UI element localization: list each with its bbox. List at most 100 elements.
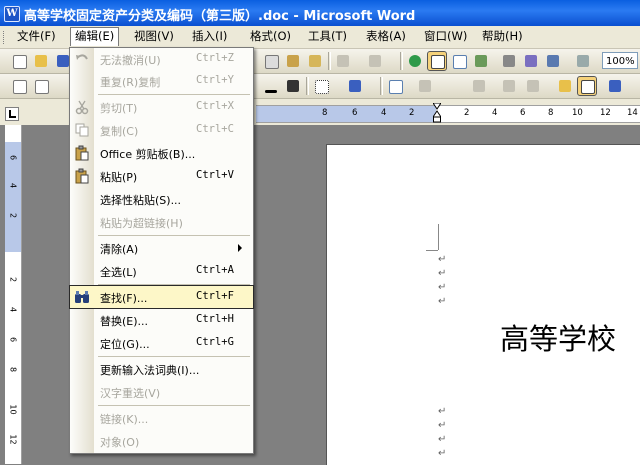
ruler-tick-label: 4 xyxy=(8,182,18,189)
columns-button[interactable] xyxy=(500,52,518,70)
show-hide-button[interactable] xyxy=(574,52,592,70)
sort-ascending-icon[interactable] xyxy=(606,77,624,95)
ruler-tick-label: 6 xyxy=(352,108,358,118)
menu-item-paste-special[interactable]: 选择性粘贴(S)... xyxy=(70,188,253,210)
edit-style-icon[interactable] xyxy=(32,77,50,95)
menu-item-goto[interactable]: 定位(G)... Ctrl+G xyxy=(70,332,253,354)
distribute-rows-button[interactable] xyxy=(500,77,518,95)
borders-button[interactable] xyxy=(312,77,330,95)
ruler-tick-label: 4 xyxy=(381,108,387,118)
drawing-button[interactable] xyxy=(522,52,540,70)
menu-item-copy[interactable]: 复制(C) Ctrl+C xyxy=(70,119,253,141)
menu-item-object[interactable]: 对象(O) xyxy=(70,430,253,452)
menu-file[interactable]: 文件(F) xyxy=(13,28,60,45)
menu-item-links[interactable]: 链接(K)... xyxy=(70,407,253,429)
undo-button[interactable] xyxy=(334,52,352,70)
copy-icon xyxy=(75,123,89,137)
format-painter-icon[interactable] xyxy=(306,52,324,70)
ruler-tick-label: 8 xyxy=(8,366,18,373)
paragraph-mark: ↵ xyxy=(438,420,447,431)
edit-menu-dropdown: 无法撤消(U) Ctrl+Z 重复(R)复制 Ctrl+Y 剪切(T) Ctrl… xyxy=(69,47,254,454)
menu-help[interactable]: 帮助(H) xyxy=(478,28,527,45)
paste-button[interactable] xyxy=(284,52,302,70)
highlight-color-button[interactable] xyxy=(284,77,302,95)
menu-item-replace[interactable]: 替换(E)... Ctrl+H xyxy=(70,309,253,331)
menu-item-paste-as-hyperlink[interactable]: 粘贴为超链接(H) xyxy=(70,211,253,233)
vertical-ruler[interactable]: 6 4 2 2 4 6 8 10 12 xyxy=(5,125,22,464)
autoformat-button[interactable] xyxy=(556,77,574,95)
redo-button[interactable] xyxy=(366,52,384,70)
ruler-tick-label: 6 xyxy=(520,108,526,118)
ruler-tick-label: 10 xyxy=(572,108,583,118)
menu-item-redo[interactable]: 重复(R)复制 Ctrl+Y xyxy=(70,70,253,92)
clipboard-icon xyxy=(75,145,89,161)
ruler-tick-label: 8 xyxy=(322,108,328,118)
tab-selector-button[interactable] xyxy=(5,107,19,121)
ruler-tick-label: 8 xyxy=(548,108,554,118)
menu-view[interactable]: 视图(V) xyxy=(130,28,178,45)
menu-window[interactable]: 窗口(W) xyxy=(420,28,471,45)
menu-item-update-ime-dictionary[interactable]: 更新输入法词典(I)... xyxy=(70,358,253,380)
paragraph-mark: ↵ xyxy=(438,282,447,293)
copy-button[interactable] xyxy=(262,52,280,70)
word-app-icon[interactable]: W xyxy=(4,6,20,22)
menu-insert[interactable]: 插入(I) xyxy=(188,28,231,45)
menu-separator xyxy=(98,284,250,285)
insert-excel-button[interactable] xyxy=(472,52,490,70)
paragraph-mark: ↵ xyxy=(438,448,447,459)
menu-item-reconversion[interactable]: 汉字重选(V) xyxy=(70,381,253,403)
ruler-tick-label: 6 xyxy=(8,154,18,161)
menu-format[interactable]: 格式(O) xyxy=(246,28,295,45)
menu-item-clear[interactable]: 清除(A) xyxy=(70,237,253,259)
toolbar-separator xyxy=(328,52,331,70)
ruler-tick-label: 4 xyxy=(8,306,18,313)
tables-borders-button[interactable] xyxy=(427,51,447,71)
menu-tools[interactable]: 工具(T) xyxy=(304,28,351,45)
new-doc-button[interactable] xyxy=(10,52,28,70)
document-heading: 高等学校 xyxy=(500,322,617,356)
hyperlink-icon[interactable] xyxy=(406,52,424,70)
merge-cells-button[interactable] xyxy=(416,77,434,95)
table-button[interactable] xyxy=(386,77,404,95)
menu-item-undo[interactable]: 无法撤消(U) Ctrl+Z xyxy=(70,48,253,70)
paragraph-mark: ↵ xyxy=(438,268,447,279)
document-page[interactable] xyxy=(326,144,640,465)
menu-item-cut[interactable]: 剪切(T) Ctrl+X xyxy=(70,96,253,118)
ruler-tick-label: 12 xyxy=(8,434,18,445)
title-bar: W 高等学校固定资产分类及编码（第三版）.doc - Microsoft Wor… xyxy=(0,0,640,26)
undo-icon xyxy=(76,54,88,60)
toolbar-separator xyxy=(306,77,309,95)
menu-item-office-clipboard[interactable]: Office 剪贴板(B)... xyxy=(70,142,253,164)
shading-button[interactable] xyxy=(346,77,364,95)
menu-bar: 文件(F) 编辑(E) 视图(V) 插入(I) 格式(O) 工具(T) 表格(A… xyxy=(0,26,640,49)
zoom-select[interactable]: 100% xyxy=(602,52,638,69)
grid-button[interactable] xyxy=(577,76,597,96)
indent-marker-icon[interactable] xyxy=(433,103,441,123)
menu-table[interactable]: 表格(A) xyxy=(362,28,410,45)
toolbar-separator xyxy=(380,77,383,95)
menu-item-find[interactable]: 查找(F)... Ctrl+F xyxy=(69,285,254,309)
menu-separator xyxy=(98,356,250,357)
font-color-button[interactable] xyxy=(262,77,280,95)
ruler-tick-label: 2 xyxy=(464,108,470,118)
open-button[interactable] xyxy=(32,52,50,70)
menu-item-select-all[interactable]: 全选(L) Ctrl+A xyxy=(70,260,253,282)
horizontal-ruler[interactable]: 8 6 4 2 2 4 6 8 10 12 14 xyxy=(256,103,640,123)
insert-table-button[interactable] xyxy=(450,52,468,70)
menu-edit[interactable]: 编辑(E) xyxy=(70,27,120,46)
distribute-columns-button[interactable] xyxy=(524,77,542,95)
menu-item-paste[interactable]: 粘贴(P) Ctrl+V xyxy=(70,165,253,187)
ruler-tick-label: 2 xyxy=(409,108,415,118)
styles-icon[interactable] xyxy=(10,77,28,95)
ruler-tick-label: 10 xyxy=(8,404,18,415)
align-button[interactable] xyxy=(470,77,488,95)
menu-separator xyxy=(98,405,250,406)
toolbar-separator xyxy=(400,52,403,70)
window-title: 高等学校固定资产分类及编码（第三版）.doc - Microsoft Word xyxy=(24,9,416,24)
submenu-arrow-icon xyxy=(238,244,242,252)
document-map-button[interactable] xyxy=(544,52,562,70)
menubar-grip-handle[interactable] xyxy=(3,31,7,44)
ruler-tick-label: 2 xyxy=(8,276,18,283)
ruler-tick-label: 6 xyxy=(8,336,18,343)
menu-separator xyxy=(98,235,250,236)
